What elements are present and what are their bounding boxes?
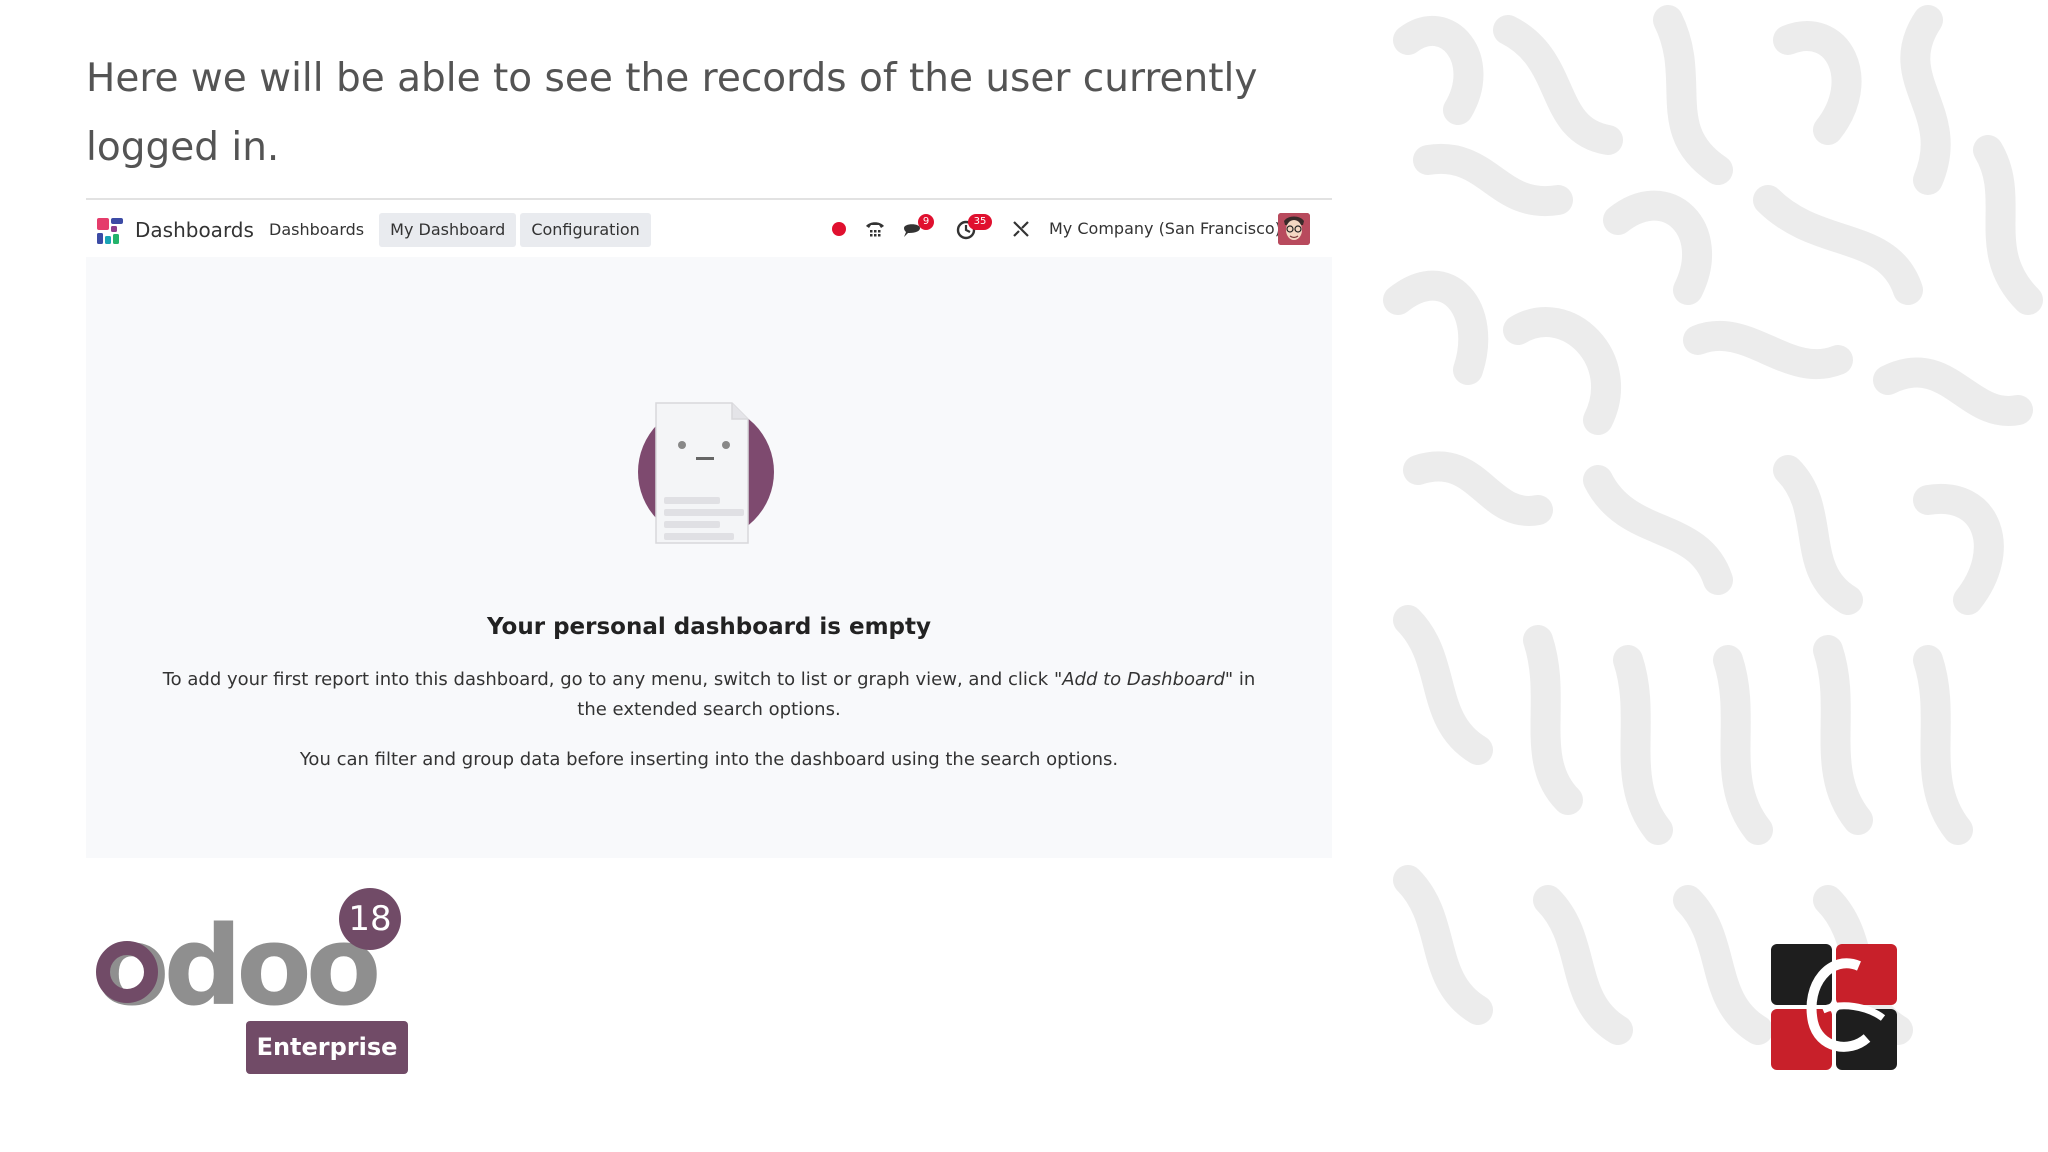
odoo-screenshot-frame: Dashboards Dashboards My Dashboard Confi… [86,198,1332,858]
decorative-pattern [1368,0,2048,1152]
tools-icon[interactable] [1012,220,1030,238]
instructions-text: To add your first report into this dashb… [162,669,1054,690]
user-avatar[interactable] [1278,213,1310,245]
app-name[interactable]: Dashboards [135,218,254,242]
empty-state-instructions: To add your first report into this dashb… [156,665,1262,725]
odoo-wordmark: odoo [94,902,377,1030]
menu-my-dashboard[interactable]: My Dashboard [379,213,517,247]
empty-state-filter-hint: You can filter and group data before ins… [299,749,1119,770]
company-switcher[interactable]: My Company (San Francisco) [1049,219,1281,238]
menu-dashboards[interactable]: Dashboards [258,213,375,247]
version-badge: 18 [339,888,401,950]
empty-state: Your personal dashboard is empty To add … [86,257,1332,857]
slide-title: Here we will be able to see the records … [86,56,1258,170]
apps-icon[interactable] [96,217,124,245]
record-dot-icon[interactable] [832,222,846,236]
add-to-dashboard-hint: "Add to Dashboard" [1053,669,1234,690]
menu-configuration[interactable]: Configuration [520,213,651,247]
phone-icon[interactable] [864,218,886,240]
enterprise-label: Enterprise [246,1021,408,1074]
top-menu: Dashboards My Dashboard Configuration [258,213,651,247]
empty-dashboard-illustration [638,402,774,544]
activity-badge: 35 [968,214,992,230]
chat-badge: 9 [918,214,934,230]
company-logo [1771,944,1897,1070]
top-navbar: Dashboards Dashboards My Dashboard Confi… [86,200,1332,257]
empty-state-title: Your personal dashboard is empty [487,614,931,640]
